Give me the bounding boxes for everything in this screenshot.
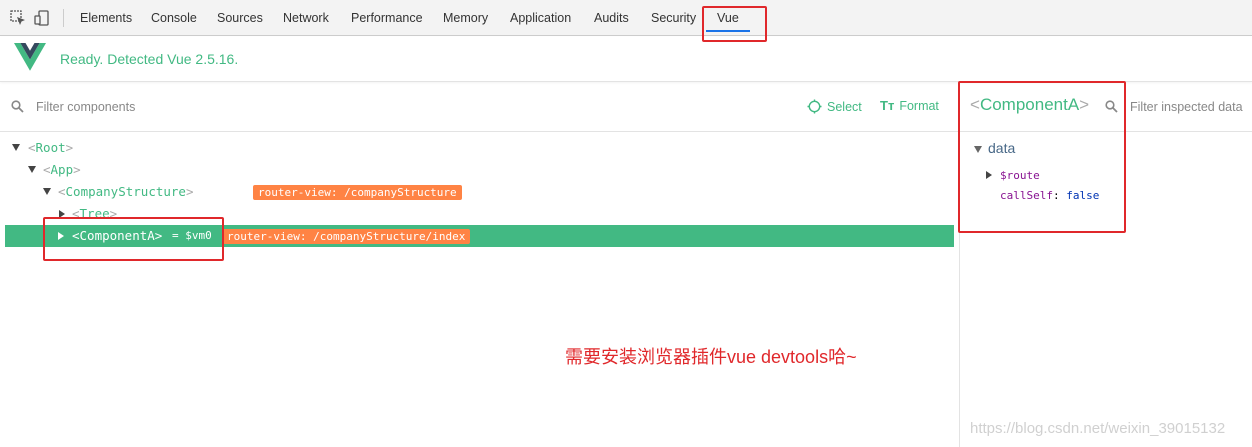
expand-arrow-icon[interactable] bbox=[43, 188, 51, 195]
tab-console[interactable]: Console bbox=[151, 0, 197, 36]
target-icon bbox=[807, 99, 822, 114]
device-toolbar-icon[interactable] bbox=[34, 10, 50, 26]
tab-performance[interactable]: Performance bbox=[351, 0, 423, 36]
filter-components-input[interactable]: Filter components bbox=[36, 100, 135, 114]
annotation-box-vue-tab bbox=[702, 6, 767, 42]
tab-network[interactable]: Network bbox=[283, 0, 329, 36]
expand-arrow-icon[interactable] bbox=[12, 144, 20, 151]
vue-devtools-header: Ready. Detected Vue 2.5.16. bbox=[0, 37, 1252, 82]
annotation-text: 需要安装浏览器插件vue devtools哈~ bbox=[565, 347, 857, 367]
format-button[interactable]: Tт Format bbox=[880, 98, 939, 116]
tab-audits[interactable]: Audits bbox=[594, 0, 629, 36]
vue-logo-icon bbox=[14, 43, 46, 71]
select-label: Select bbox=[827, 100, 862, 114]
watermark: https://blog.csdn.net/weixin_39015132 bbox=[970, 420, 1226, 437]
tab-application[interactable]: Application bbox=[510, 0, 571, 36]
annotation-box-inspector bbox=[958, 81, 1126, 233]
devtools-tabbar: Elements Console Sources Network Perform… bbox=[0, 0, 1252, 36]
expand-arrow-icon[interactable] bbox=[28, 166, 36, 173]
format-label: Format bbox=[899, 99, 939, 113]
router-view-badge: router-view: /companyStructure/index bbox=[222, 229, 471, 244]
tab-elements[interactable]: Elements bbox=[80, 0, 132, 36]
annotation-box-componenta bbox=[43, 217, 224, 261]
text-format-icon: Tт bbox=[880, 98, 895, 113]
router-view-badge: router-view: /companyStructure bbox=[253, 185, 462, 200]
tabbar-separator bbox=[63, 9, 64, 27]
tree-node-companystructure[interactable]: <CompanyStructure> router-view: /company… bbox=[43, 181, 473, 203]
tab-sources[interactable]: Sources bbox=[217, 0, 263, 36]
inspect-element-icon[interactable] bbox=[10, 10, 26, 26]
search-icon bbox=[11, 100, 24, 113]
tab-memory[interactable]: Memory bbox=[443, 0, 488, 36]
vue-status-message: Ready. Detected Vue 2.5.16. bbox=[60, 51, 239, 67]
filter-inspected-data-input[interactable]: Filter inspected data bbox=[1130, 100, 1243, 114]
tab-security[interactable]: Security bbox=[651, 0, 696, 36]
